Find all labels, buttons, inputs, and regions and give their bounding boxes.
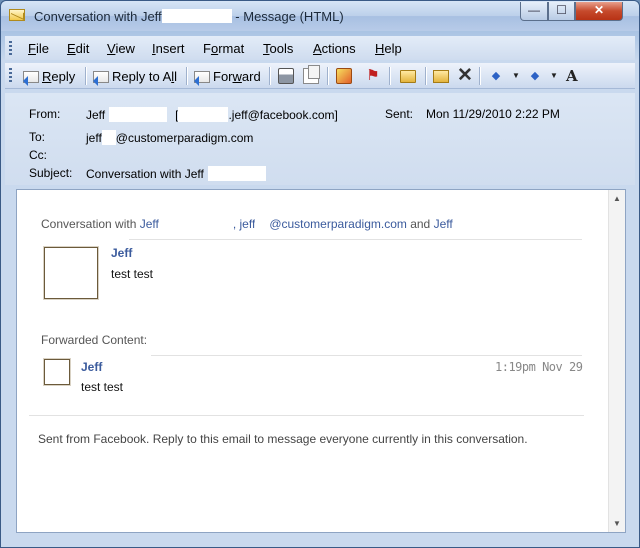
menu-format[interactable]: Format [203, 41, 244, 56]
close-button[interactable]: ✕ [575, 2, 623, 21]
redacted-block [161, 9, 232, 23]
footer-text: Sent from Facebook. Reply to this email … [38, 432, 528, 446]
move-icon[interactable] [433, 70, 449, 83]
chevron-down-icon[interactable]: ▼ [550, 68, 558, 84]
forwarded-label: Forwarded Content: [41, 333, 148, 347]
toolbar-grip-icon[interactable] [9, 68, 12, 82]
toolbar-divider [479, 67, 480, 85]
avatar[interactable] [43, 358, 71, 386]
sent-value: Mon 11/29/2010 2:22 PM [426, 107, 560, 121]
to-value: jeff @customerparadigm.com [86, 130, 254, 145]
title-suffix: - Message (HTML) [235, 9, 344, 24]
message-header: From: Jeff[.jeff@facebook.com] Sent: Mon… [5, 93, 635, 185]
sender-name[interactable]: Jeff [111, 246, 132, 260]
sent-label: Sent: [385, 107, 414, 121]
flag-icon[interactable]: ⚑ [365, 68, 381, 84]
forward-icon [194, 71, 210, 86]
divider [129, 239, 582, 240]
participant-link[interactable]: Jeff [434, 217, 453, 231]
menu-help[interactable]: Help [375, 41, 402, 56]
subject-value: Conversation with Jeff [86, 166, 266, 181]
window-title: Conversation with Jeff - Message (HTML) [34, 9, 344, 24]
toolbar-divider [389, 67, 390, 85]
reply-icon [23, 71, 39, 86]
menu-insert[interactable]: Insert [152, 41, 185, 56]
menu-view[interactable]: View [107, 41, 135, 56]
menu-file[interactable]: File [28, 41, 49, 56]
menu-tools[interactable]: Tools [263, 41, 293, 56]
divider [29, 415, 584, 416]
subject-label: Subject: [29, 166, 73, 180]
to-label: To: [29, 130, 46, 144]
cc-label: Cc: [29, 148, 47, 162]
next-item-icon[interactable]: ◆ [527, 68, 543, 84]
avatar[interactable] [43, 246, 99, 300]
toolbar-divider [269, 67, 270, 85]
chevron-down-icon[interactable]: ▼ [512, 68, 520, 84]
title-prefix: Conversation with Jeff [34, 9, 162, 24]
minimize-button[interactable]: — [520, 2, 548, 21]
maximize-button[interactable]: ☐ [548, 2, 575, 21]
conversation-participants: Conversation with Jeff, jeff @customerpar… [41, 217, 453, 231]
previous-item-icon[interactable]: ◆ [488, 68, 504, 84]
toolbar-divider [327, 67, 328, 85]
menu-bar: File Edit View Insert Format Tools Actio… [5, 36, 635, 60]
toolbar-divider [85, 67, 86, 85]
participant-link[interactable]: , jeff [233, 217, 255, 231]
folder-icon[interactable] [400, 70, 416, 83]
participant-link[interactable]: @customerparadigm.com [269, 217, 407, 231]
message-text: test test [111, 267, 154, 281]
copy-icon[interactable] [303, 65, 320, 84]
categorize-icon[interactable] [336, 68, 352, 84]
delete-icon[interactable]: ✕ [457, 66, 473, 85]
scroll-down-icon[interactable]: ▼ [609, 515, 625, 532]
forward-button[interactable]: Forward [194, 66, 261, 86]
mail-envelope-icon [9, 9, 25, 21]
participant-link[interactable]: Jeff [140, 217, 159, 231]
toolbar-grip-icon[interactable] [9, 41, 12, 55]
standard-toolbar: Reply Reply to All Forward ⚑ ✕ ◆ ▼ ◆ ▼ A [5, 63, 635, 89]
scroll-up-icon[interactable]: ▲ [609, 190, 625, 207]
divider [151, 355, 582, 356]
from-label: From: [29, 107, 61, 121]
menu-actions[interactable]: Actions [313, 41, 356, 56]
menu-edit[interactable]: Edit [67, 41, 89, 56]
vertical-scrollbar[interactable]: ▲ ▼ [608, 190, 625, 532]
title-bar[interactable]: Conversation with Jeff - Message (HTML) … [1, 1, 639, 31]
message-timestamp: 1:19pm Nov 29 [495, 360, 583, 374]
reply-all-icon [93, 71, 109, 86]
toolbar-divider [425, 67, 426, 85]
print-icon[interactable] [278, 68, 294, 84]
message-text: test test [81, 380, 124, 394]
font-size-icon[interactable]: A [566, 68, 582, 84]
message-window: Conversation with Jeff - Message (HTML) … [0, 0, 640, 548]
reply-button[interactable]: Reply [23, 66, 75, 86]
reply-all-button[interactable]: Reply to All [93, 66, 177, 86]
toolbar-divider [186, 67, 187, 85]
sender-name[interactable]: Jeff [81, 360, 102, 374]
from-value: Jeff[.jeff@facebook.com] [86, 107, 338, 122]
message-body[interactable]: Conversation with Jeff, jeff @customerpar… [16, 189, 626, 533]
